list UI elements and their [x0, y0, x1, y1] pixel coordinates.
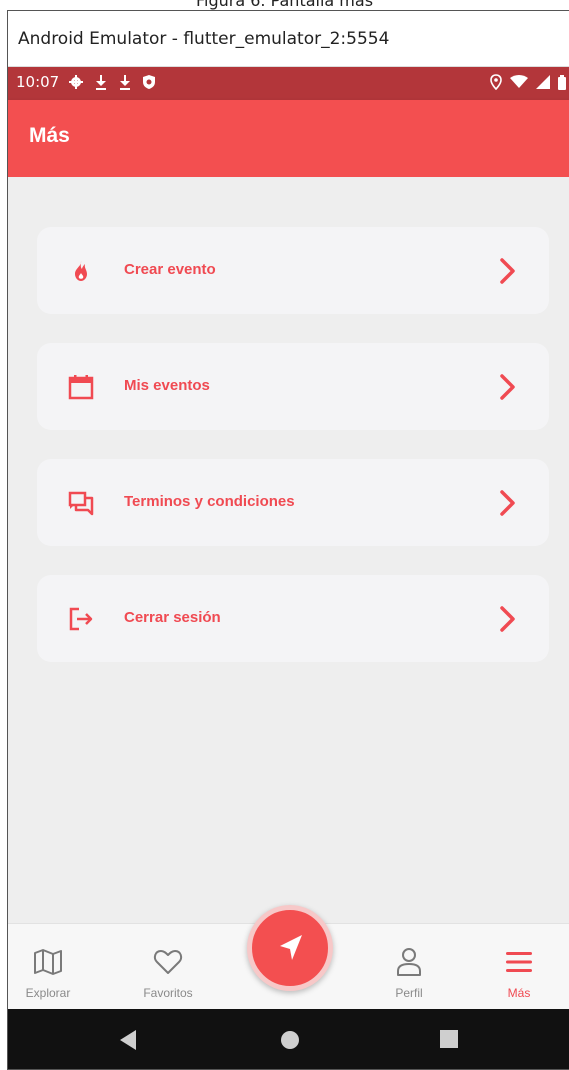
system-navigation-bar	[8, 1009, 569, 1069]
nav-label: Favoritos	[143, 986, 193, 1000]
menu-list: Crear evento Mis eventos Terminos y cond…	[8, 177, 569, 923]
gear-icon	[69, 75, 83, 89]
status-system-icons	[490, 74, 566, 90]
app-bar: Más	[8, 100, 569, 177]
logout-icon	[69, 607, 93, 631]
menu-item-terminos[interactable]: Terminos y condiciones	[37, 459, 549, 546]
chevron-right-icon	[500, 490, 515, 516]
nav-mas[interactable]: Más	[479, 924, 559, 1010]
menu-item-label: Mis eventos	[124, 377, 210, 394]
download-icon	[120, 75, 130, 90]
location-icon	[490, 74, 502, 90]
chevron-right-icon	[500, 374, 515, 400]
status-time: 10:07	[16, 73, 60, 91]
page-title: Más	[29, 124, 70, 147]
person-icon	[397, 948, 421, 976]
navigate-fab-button[interactable]	[247, 905, 333, 991]
emulator-window: Android Emulator - flutter_emulator_2:55…	[7, 10, 569, 1070]
chat-icon	[68, 491, 94, 516]
battery-icon	[558, 74, 566, 90]
navigation-arrow-icon	[280, 935, 302, 960]
menu-item-label: Cerrar sesión	[124, 609, 221, 626]
calendar-icon	[68, 375, 94, 400]
status-bar: 10:07	[8, 67, 569, 100]
back-icon[interactable]	[118, 1029, 138, 1051]
home-icon[interactable]	[279, 1029, 301, 1051]
menu-icon	[506, 952, 532, 972]
map-icon	[34, 949, 62, 975]
menu-item-label: Terminos y condiciones	[124, 493, 295, 510]
nav-explorar[interactable]: Explorar	[8, 924, 88, 1010]
chevron-right-icon	[500, 258, 515, 284]
download-icon	[96, 75, 106, 90]
window-title: Android Emulator - flutter_emulator_2:55…	[18, 29, 390, 49]
menu-item-label: Crear evento	[124, 261, 216, 278]
menu-item-cerrar-sesion[interactable]: Cerrar sesión	[37, 575, 549, 662]
window-titlebar: Android Emulator - flutter_emulator_2:55…	[8, 11, 569, 67]
signal-icon	[536, 75, 550, 89]
status-notifications	[68, 72, 156, 92]
recents-icon[interactable]	[439, 1029, 459, 1049]
figure-caption-text: Figura 6. Pantalla más	[195, 0, 374, 10]
chevron-right-icon	[500, 606, 515, 632]
heart-icon	[153, 950, 183, 974]
menu-item-mis-eventos[interactable]: Mis eventos	[37, 343, 549, 430]
nav-perfil[interactable]: Perfil	[369, 924, 449, 1010]
menu-item-crear-evento[interactable]: Crear evento	[37, 227, 549, 314]
nav-favoritos[interactable]: Favoritos	[128, 924, 208, 1010]
shield-icon	[143, 75, 155, 89]
figure-caption: Figura 6. Pantalla más	[0, 0, 569, 10]
nav-label: Explorar	[25, 986, 71, 1000]
nav-label: Más	[507, 986, 531, 1000]
wifi-icon	[510, 75, 528, 88]
flame-icon	[75, 261, 87, 281]
nav-label: Perfil	[395, 986, 423, 1000]
